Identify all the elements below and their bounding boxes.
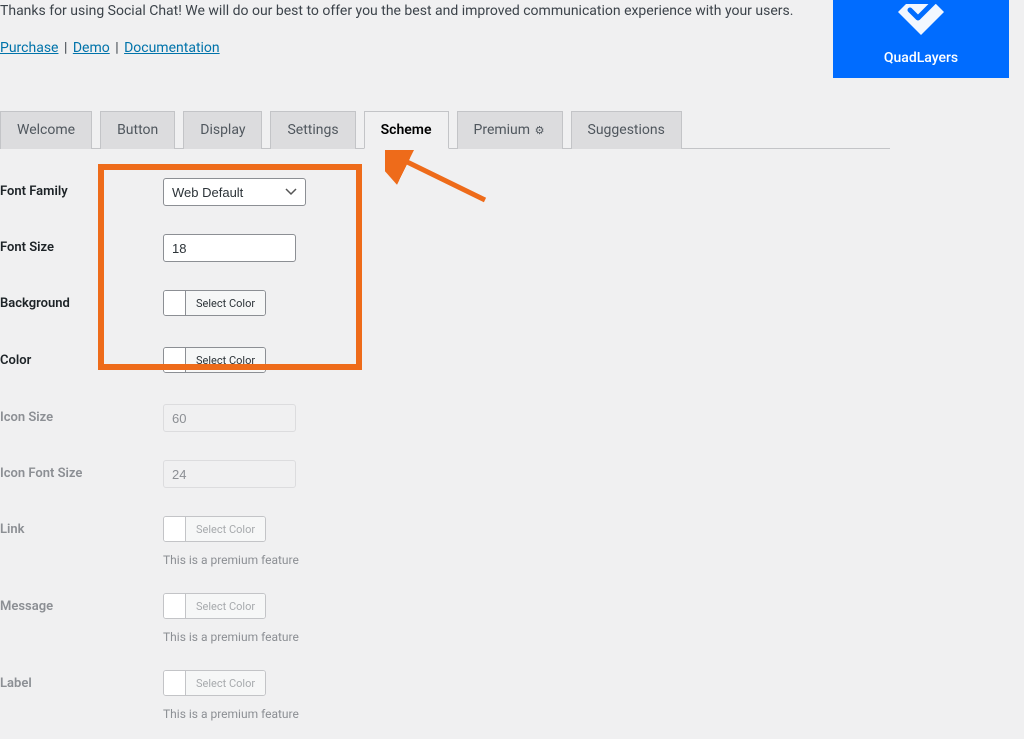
link-documentation[interactable]: Documentation [124,40,220,56]
colorpicker-label: Select Color [186,671,265,695]
tab-suggestions[interactable]: Suggestions [571,111,682,149]
label-icon-font-size: Icon Font Size [0,460,163,481]
brand-badge[interactable]: QuadLayers [833,0,1009,78]
tab-display[interactable]: Display [183,111,262,149]
premium-note: This is a premium feature [163,707,1024,721]
diamond-check-icon [896,4,946,40]
premium-note: This is a premium feature [163,553,1024,567]
input-icon-font-size [163,460,296,488]
tab-premium-label: Premium [474,122,531,138]
color-swatch-icon [164,348,186,372]
label-label-field: Label [0,670,163,691]
select-font-family[interactable]: Web Default [163,178,306,206]
tab-settings[interactable]: Settings [270,111,355,149]
tab-button[interactable]: Button [100,111,175,149]
colorpicker-link: Select Color [163,516,266,542]
link-separator: | [115,40,122,56]
premium-badge-icon: ⚙ [534,124,546,137]
tab-scheme[interactable]: Scheme [364,111,449,149]
link-purchase[interactable]: Purchase [0,40,58,56]
colorpicker-label-field: Select Color [163,670,266,696]
color-swatch-icon [164,517,186,541]
color-swatch-icon [164,291,186,315]
tab-welcome[interactable]: Welcome [0,111,92,149]
link-demo[interactable]: Demo [73,40,110,56]
colorpicker-label: Select Color [186,594,265,618]
colorpicker-label: Select Color [186,348,265,372]
label-font-family: Font Family [0,178,163,199]
color-swatch-icon [164,594,186,618]
input-font-size[interactable] [163,234,296,262]
header-links: Purchase | Demo | Documentation [0,40,813,56]
colorpicker-background[interactable]: Select Color [163,290,266,316]
tabs: Welcome Button Display Settings Scheme P… [0,110,890,149]
premium-note: This is a premium feature [163,630,1024,644]
colorpicker-label: Select Color [186,291,265,315]
label-color: Color [0,347,163,368]
color-swatch-icon [164,671,186,695]
link-separator: | [64,40,71,56]
label-link: Link [0,516,163,537]
label-icon-size: Icon Size [0,404,163,425]
input-icon-size [163,404,296,432]
colorpicker-color[interactable]: Select Color [163,347,266,373]
label-message: Message [0,593,163,614]
colorpicker-message: Select Color [163,593,266,619]
brand-name: QuadLayers [884,50,958,66]
intro-text: Thanks for using Social Chat! We will do… [0,0,813,22]
tab-premium[interactable]: Premium ⚙ [457,111,563,149]
label-background: Background [0,290,163,311]
label-font-size: Font Size [0,234,163,255]
colorpicker-label: Select Color [186,517,265,541]
